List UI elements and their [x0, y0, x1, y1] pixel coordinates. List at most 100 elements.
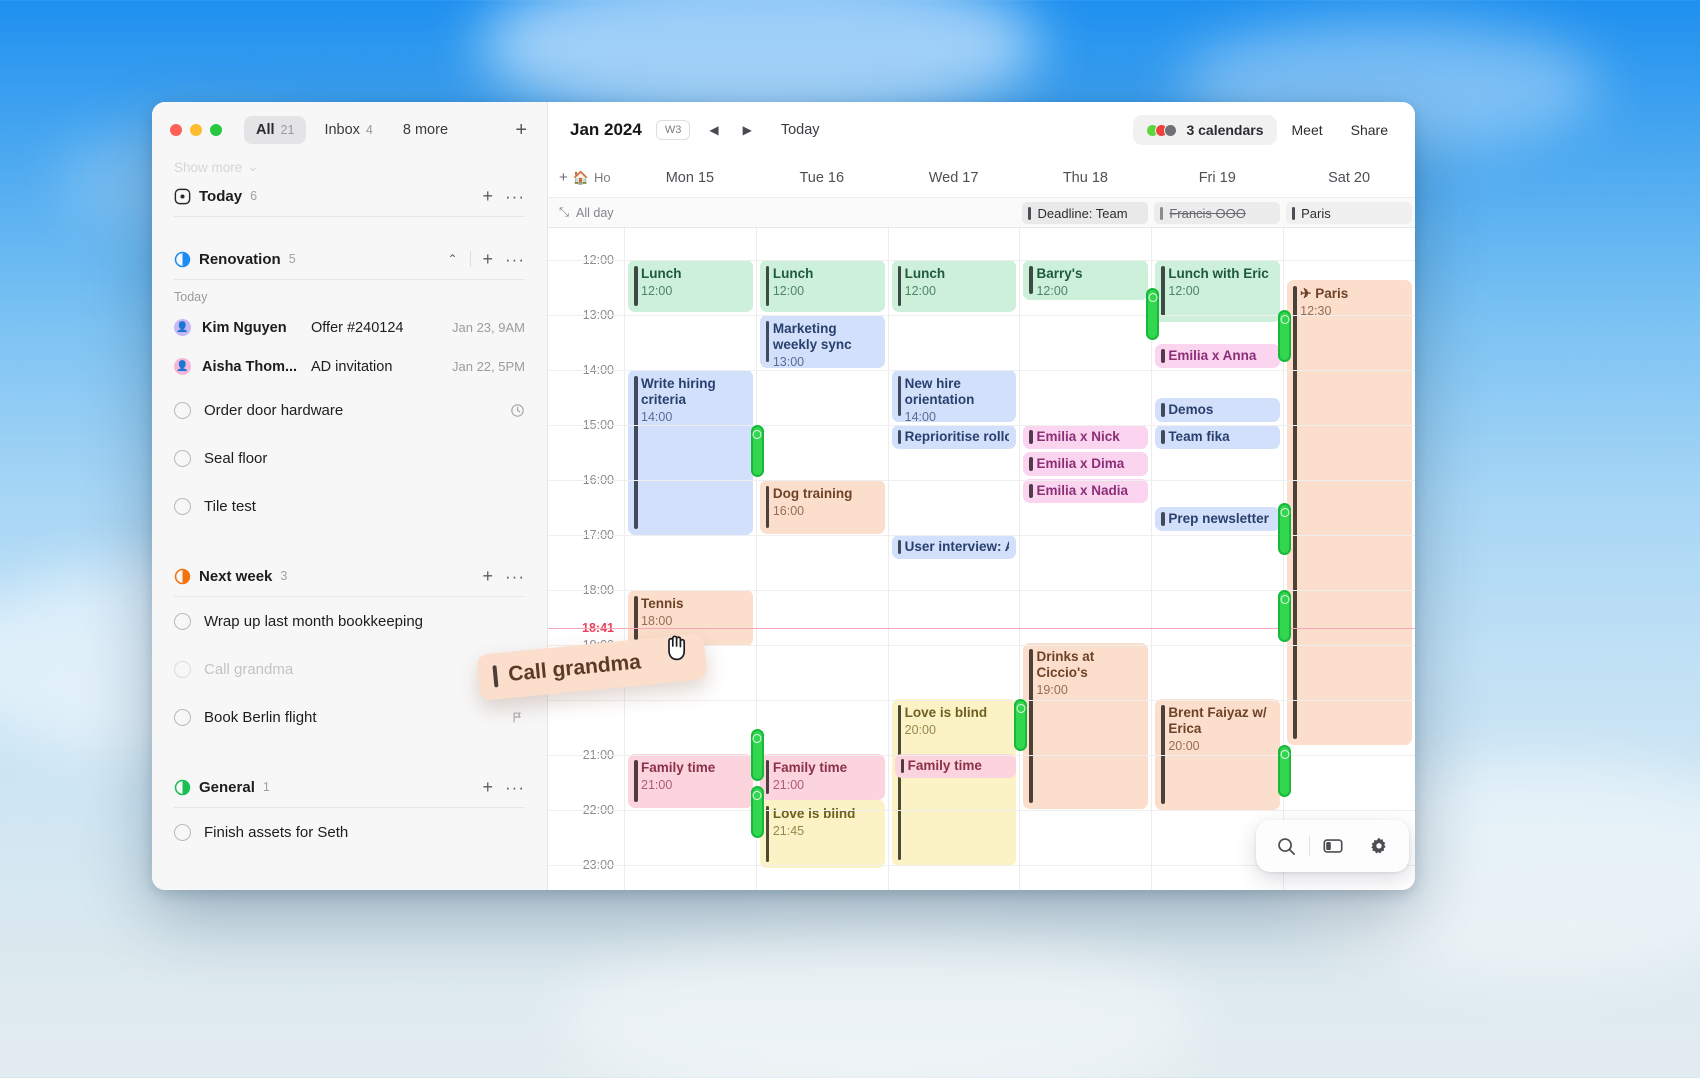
meet-button[interactable]: Meet [1279, 115, 1336, 145]
calendar-event[interactable]: Drinks at Ciccio's 19:00 [1023, 643, 1148, 809]
day-header-mon[interactable]: Mon 15 [624, 158, 756, 197]
list-item[interactable]: Wrap up last month bookkeeping [152, 597, 547, 645]
minimize-button[interactable] [190, 124, 202, 136]
all-day-cell-thu[interactable]: Deadline: Team [1019, 198, 1151, 227]
task-checkbox[interactable] [174, 709, 191, 726]
calendar-event[interactable]: Lunch 12:00 [628, 260, 753, 312]
day-column-wed[interactable]: Lunch 12:00 New hire orientation 14:00 R… [888, 228, 1020, 890]
resize-handle[interactable] [751, 425, 764, 477]
next-week-button[interactable]: ▶ [738, 121, 757, 139]
sidebar-toggle-icon[interactable] [1310, 820, 1356, 872]
calendar-event[interactable]: Lunch 12:00 [760, 260, 885, 312]
tab-more[interactable]: 8 more [391, 116, 460, 144]
list-item[interactable]: Order door hardware [152, 386, 547, 434]
clock-icon[interactable] [510, 403, 525, 418]
day-header-fri[interactable]: Fri 19 [1151, 158, 1283, 197]
add-task-today-button[interactable]: + [483, 187, 494, 205]
sidebar-section-renovation[interactable]: Renovation 5 ⌃ + ··· [152, 239, 547, 279]
all-day-event[interactable]: Francis OOO [1154, 202, 1280, 224]
calendar-event[interactable]: Barry's 12:00 [1023, 260, 1148, 300]
calendar-event[interactable]: Team fika [1155, 425, 1280, 449]
day-header-thu[interactable]: Thu 18 [1019, 158, 1151, 197]
calendar-event[interactable]: Dog training 16:00 [760, 480, 885, 534]
calendar-event[interactable]: Lunch 12:00 [892, 260, 1017, 312]
calendar-event[interactable]: Love is blind 20:00 [892, 699, 1017, 866]
add-timezone-icon[interactable]: + [559, 169, 568, 186]
today-button[interactable]: Today [781, 122, 820, 138]
calendar-event[interactable]: Family time 21:00 [760, 754, 885, 800]
calendar-event[interactable]: Emilia x Nadia [1023, 479, 1148, 503]
day-column-sat[interactable]: ✈ Paris 12:30 [1283, 228, 1415, 890]
day-header-tue[interactable]: Tue 16 [756, 158, 888, 197]
collapse-renovation-button[interactable]: ⌃ [447, 252, 457, 266]
add-task-renovation-button[interactable]: + [483, 250, 494, 268]
resize-handle[interactable] [1146, 288, 1159, 340]
day-header-wed[interactable]: Wed 17 [888, 158, 1020, 197]
more-options-next-week-button[interactable]: ··· [505, 568, 525, 585]
resize-handle[interactable] [751, 729, 764, 781]
list-item[interactable]: Tile test [152, 482, 547, 530]
calendar-event[interactable]: Lunch with Eric 12:00 [1155, 260, 1280, 322]
day-header-sat[interactable]: Sat 20 [1283, 158, 1415, 197]
task-checkbox[interactable] [174, 824, 191, 841]
calendar-event[interactable]: Prep newsletter [1155, 507, 1280, 531]
list-item[interactable]: 👤 Kim Nguyen Offer #240124 Jan 23, 9AM [152, 308, 547, 347]
calendar-event[interactable]: ✈ Paris 12:30 [1287, 280, 1412, 745]
calendar-grid[interactable]: 12:00 13:00 14:00 15:00 16:00 17:00 18:0… [548, 228, 1415, 890]
day-column-tue[interactable]: Lunch 12:00 Marketing weekly sync 13:00 … [756, 228, 888, 890]
task-checkbox[interactable] [174, 661, 191, 678]
gear-icon[interactable] [1356, 820, 1402, 872]
calendar-event[interactable]: Emilia x Anna [1155, 344, 1280, 368]
calendar-event[interactable]: Family time 21:00 [628, 754, 753, 808]
share-button[interactable]: Share [1338, 115, 1401, 145]
add-tab-button[interactable]: + [509, 120, 533, 140]
all-day-cell-wed[interactable] [888, 198, 1020, 227]
all-day-event[interactable]: Paris [1286, 202, 1412, 224]
calendars-selector[interactable]: 3 calendars [1133, 115, 1276, 145]
more-options-renovation-button[interactable]: ··· [505, 251, 525, 268]
search-icon[interactable] [1263, 820, 1309, 872]
close-button[interactable] [170, 124, 182, 136]
task-checkbox[interactable] [174, 498, 191, 515]
calendar-event[interactable]: Reprioritise rollout [892, 425, 1017, 449]
list-item[interactable]: 👤 Aisha Thom... AD invitation Jan 22, 5P… [152, 347, 547, 386]
flag-icon[interactable] [510, 710, 525, 725]
all-day-gutter[interactable]: ⤡ All day [548, 198, 624, 227]
calendar-event[interactable]: New hire orientation 14:00 [892, 370, 1017, 422]
show-more-toggle[interactable]: Show more ⌄ [152, 158, 547, 176]
calendar-event[interactable]: Family time [895, 754, 1017, 778]
calendar-event[interactable]: Emilia x Dima [1023, 452, 1148, 476]
resize-handle[interactable] [751, 786, 764, 838]
calendar-event[interactable]: Write hiring criteria 14:00 [628, 370, 753, 535]
day-column-thu[interactable]: Barry's 12:00 Emilia x Nick Emilia x Dim… [1019, 228, 1151, 890]
calendar-event[interactable]: User interview: Anna [892, 535, 1017, 559]
add-task-general-button[interactable]: + [483, 778, 494, 796]
list-item[interactable]: Finish assets for Seth [152, 808, 547, 856]
more-options-general-button[interactable]: ··· [505, 779, 525, 796]
calendar-event[interactable]: Emilia x Nick [1023, 425, 1148, 449]
list-item[interactable]: Seal floor [152, 434, 547, 482]
day-column-mon[interactable]: Lunch 12:00 Write hiring criteria 14:00 … [624, 228, 756, 890]
task-checkbox[interactable] [174, 613, 191, 630]
sidebar-section-next-week[interactable]: Next week 3 + ··· [152, 556, 547, 596]
task-checkbox[interactable] [174, 450, 191, 467]
resize-handle[interactable] [1278, 590, 1291, 642]
maximize-button[interactable] [210, 124, 222, 136]
all-day-cell-sat[interactable]: Paris [1283, 198, 1415, 227]
resize-handle[interactable] [1278, 503, 1291, 555]
previous-week-button[interactable]: ◀ [704, 121, 723, 139]
all-day-cell-fri[interactable]: Francis OOO [1151, 198, 1283, 227]
all-day-cell-mon[interactable] [624, 198, 756, 227]
list-item[interactable]: Book Berlin flight [152, 693, 547, 741]
sidebar-section-today[interactable]: Today 6 + ··· [152, 176, 547, 216]
more-options-today-button[interactable]: ··· [505, 188, 525, 205]
week-number-badge[interactable]: W3 [656, 120, 691, 140]
resize-handle[interactable] [1278, 310, 1291, 362]
calendar-event[interactable]: Marketing weekly sync 13:00 [760, 315, 885, 368]
task-checkbox[interactable] [174, 402, 191, 419]
all-day-cell-tue[interactable] [756, 198, 888, 227]
resize-handle[interactable] [1014, 699, 1027, 751]
collapse-icon[interactable]: ⤡ [559, 205, 569, 220]
tab-inbox[interactable]: Inbox 4 [312, 116, 384, 144]
add-task-next-week-button[interactable]: + [483, 567, 494, 585]
